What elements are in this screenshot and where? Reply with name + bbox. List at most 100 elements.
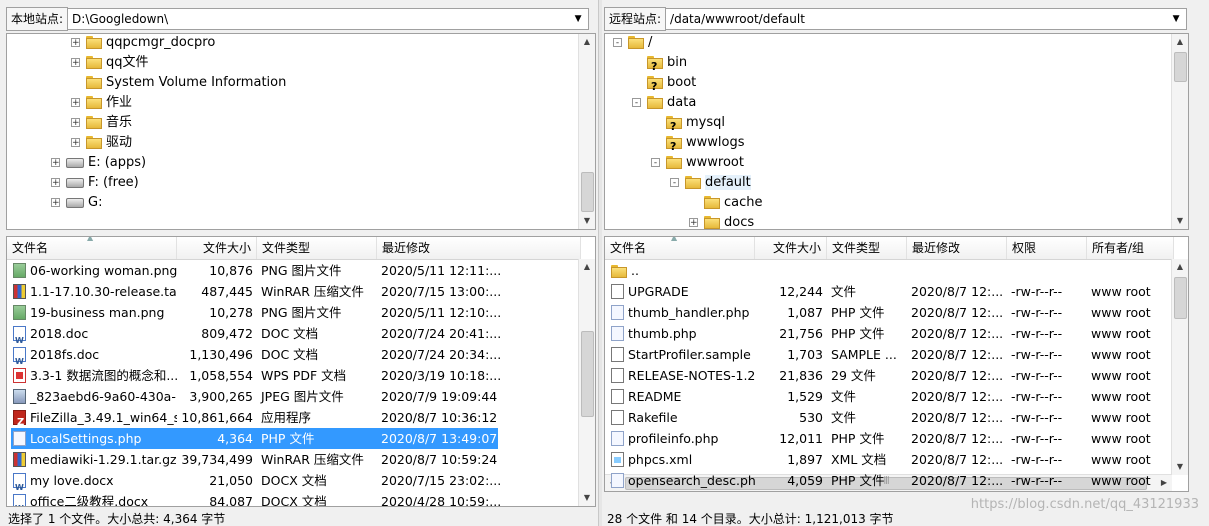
file-perm-text: -rw-r--r--: [1011, 368, 1063, 383]
file-row[interactable]: phpcs.xml 1,897 XML 文档 2020/8/7 12:... -rw-r…: [605, 449, 1174, 470]
tree-node[interactable]: + 作业: [71, 93, 132, 113]
local-site-input[interactable]: [68, 9, 575, 29]
tree-node[interactable]: ? bin: [632, 53, 687, 73]
file-row[interactable]: profileinfo.php 12,011 PHP 文件 2020/8/7 12:.…: [605, 428, 1174, 449]
file-row[interactable]: 2018.doc 809,472 DOC 文档 2020/7/24 20:41:...: [7, 323, 581, 344]
tree-node[interactable]: ? mysql: [651, 113, 725, 133]
file-row[interactable]: office二级教程.docx 84,087 DOCX 文档 2020/4/28 10…: [7, 491, 581, 506]
expand-toggle-icon[interactable]: +: [689, 218, 698, 228]
file-row[interactable]: README 1,529 文件 2020/8/7 12:... -rw-r--r-- ww…: [605, 386, 1174, 407]
expand-toggle-icon[interactable]: -: [613, 38, 622, 48]
column-header-0[interactable]: 文件名: [605, 237, 755, 259]
file-name-text: FileZilla_3.49.1_win64_s...: [30, 410, 177, 425]
expand-toggle-icon[interactable]: +: [51, 158, 60, 168]
file-type-text: DOCX 文档: [261, 473, 327, 488]
column-header-2[interactable]: 文件类型: [827, 237, 907, 259]
unknown-folder-icon: ?: [647, 56, 663, 73]
chevron-down-icon[interactable]: ▼: [1168, 9, 1184, 29]
file-size: 84,087: [177, 491, 257, 506]
file-name: LocalSettings.php: [9, 428, 177, 449]
tree-node[interactable]: + 驱动: [71, 133, 132, 153]
scroll-thumb[interactable]: [1174, 52, 1187, 82]
tree-node[interactable]: System Volume Information: [71, 73, 286, 93]
file-row[interactable]: 3.3-1 数据流图的概念和... 1,058,554 WPS PDF 文档 2020…: [7, 365, 581, 386]
tree-node[interactable]: ? wwwlogs: [651, 133, 745, 153]
column-header-5[interactable]: 所有者/组: [1087, 237, 1174, 259]
tree-node[interactable]: - wwwroot: [651, 153, 744, 173]
doc-file-icon: [611, 368, 624, 383]
expand-toggle-icon[interactable]: +: [71, 138, 80, 148]
file-row[interactable]: ..: [605, 260, 1174, 281]
local-site-combo[interactable]: ▼: [68, 8, 590, 30]
scroll-down-icon[interactable]: ▼: [1172, 213, 1188, 229]
scroll-up-icon[interactable]: ▲: [1172, 259, 1188, 275]
file-perm: -rw-r--r--: [1007, 302, 1087, 323]
file-row[interactable]: FileZilla_3.49.1_win64_s... 10,861,664 应用程…: [7, 407, 581, 428]
file-name-text: mediawiki-1.29.1.tar.gz: [30, 452, 177, 467]
tree-node[interactable]: + G:: [51, 193, 102, 213]
tree-node[interactable]: + F: (free): [51, 173, 139, 193]
file-row[interactable]: 19-business man.png 10,278 PNG 图片文件 2020/5/…: [7, 302, 581, 323]
file-row[interactable]: RELEASE-NOTES-1.29 21,836 29 文件 2020/8/7 12…: [605, 365, 1174, 386]
tree-node[interactable]: + docs: [689, 213, 754, 229]
file-perm-text: -rw-r--r--: [1011, 326, 1063, 341]
column-header-label: 文件类型: [832, 241, 881, 255]
file-row[interactable]: opensearch_desc.php 4,059 PHP 文件 2020/8/7 1…: [605, 470, 1174, 491]
remote-site-combo[interactable]: ▼: [666, 8, 1188, 30]
file-row[interactable]: thumb_handler.php 1,087 PHP 文件 2020/8/7 12:…: [605, 302, 1174, 323]
scroll-up-icon[interactable]: ▲: [579, 259, 595, 275]
file-modified: 2020/8/7 12:...: [907, 302, 1007, 323]
scroll-thumb[interactable]: [1174, 277, 1187, 319]
column-header-1[interactable]: 文件大小: [177, 237, 257, 259]
scroll-down-icon[interactable]: ▼: [1172, 459, 1188, 475]
file-row[interactable]: Rakefile 530 文件 2020/8/7 12:... -rw-r--r-- ww…: [605, 407, 1174, 428]
file-modified-text: 2020/8/7 12:...: [911, 473, 1004, 488]
expand-toggle-icon[interactable]: +: [71, 58, 80, 68]
scroll-up-icon[interactable]: ▲: [579, 34, 595, 50]
file-row[interactable]: LocalSettings.php 4,364 PHP 文件 2020/8/7 13:…: [7, 428, 581, 449]
expand-toggle-icon[interactable]: +: [71, 38, 80, 48]
file-row[interactable]: thumb.php 21,756 PHP 文件 2020/8/7 12:... -rw-…: [605, 323, 1174, 344]
scroll-thumb[interactable]: [581, 331, 594, 417]
expand-toggle-icon[interactable]: +: [71, 98, 80, 108]
tree-node[interactable]: + qqpcmgr_docpro: [71, 34, 215, 53]
scroll-thumb[interactable]: [581, 172, 594, 212]
tree-node[interactable]: - default: [670, 173, 751, 193]
column-header-4[interactable]: 权限: [1007, 237, 1087, 259]
expand-toggle-icon[interactable]: +: [51, 178, 60, 188]
expand-toggle-icon[interactable]: +: [51, 198, 60, 208]
local-tree-scrollbar[interactable]: ▲ ▼: [578, 34, 595, 229]
file-row[interactable]: 2018fs.doc 1,130,496 DOC 文档 2020/7/24 20:34…: [7, 344, 581, 365]
scroll-up-icon[interactable]: ▲: [1172, 34, 1188, 50]
remote-site-input[interactable]: [666, 9, 1173, 29]
file-modified: 2020/8/7 12:...: [907, 344, 1007, 365]
tree-node[interactable]: cache: [689, 193, 763, 213]
expand-toggle-icon[interactable]: -: [670, 178, 679, 188]
column-header-3[interactable]: 最近修改: [907, 237, 1007, 259]
tree-node[interactable]: ? boot: [632, 73, 696, 93]
column-header-label: 文件大小: [772, 241, 821, 255]
file-row[interactable]: my love.docx 21,050 DOCX 文档 2020/7/15 23:02…: [7, 470, 581, 491]
tree-node[interactable]: + qq文件: [71, 53, 149, 73]
chevron-down-icon[interactable]: ▼: [570, 9, 586, 29]
tree-node[interactable]: + 音乐: [71, 113, 132, 133]
tree-node[interactable]: - /: [613, 34, 652, 53]
file-row[interactable]: 06-working woman.png 10,876 PNG 图片文件 2020/5…: [7, 260, 581, 281]
file-row[interactable]: _823aebd6-9a60-430a-... 3,900,265 JPEG 图片文…: [7, 386, 581, 407]
file-row[interactable]: 1.1-17.10.30-release.tar.... 487,445 WinRA…: [7, 281, 581, 302]
tree-node[interactable]: - data: [632, 93, 696, 113]
tree-node[interactable]: + E: (apps): [51, 153, 146, 173]
expand-toggle-icon[interactable]: +: [71, 118, 80, 128]
column-header-1[interactable]: 文件大小: [755, 237, 827, 259]
file-row[interactable]: UPGRADE 12,244 文件 2020/8/7 12:... -rw-r--r--…: [605, 281, 1174, 302]
file-row[interactable]: mediawiki-1.29.1.tar.gz 39,734,499 WinRAR …: [7, 449, 581, 470]
file-row[interactable]: StartProfiler.sample 1,703 SAMPLE ... 2020/…: [605, 344, 1174, 365]
expand-toggle-icon[interactable]: -: [632, 98, 641, 108]
expand-toggle-icon[interactable]: -: [651, 158, 660, 168]
scroll-down-icon[interactable]: ▼: [579, 490, 595, 506]
scroll-down-icon[interactable]: ▼: [579, 213, 595, 229]
column-header-2[interactable]: 文件类型: [257, 237, 377, 259]
column-header-3[interactable]: 最近修改: [377, 237, 581, 259]
remote-tree-scrollbar[interactable]: ▲ ▼: [1171, 34, 1188, 229]
